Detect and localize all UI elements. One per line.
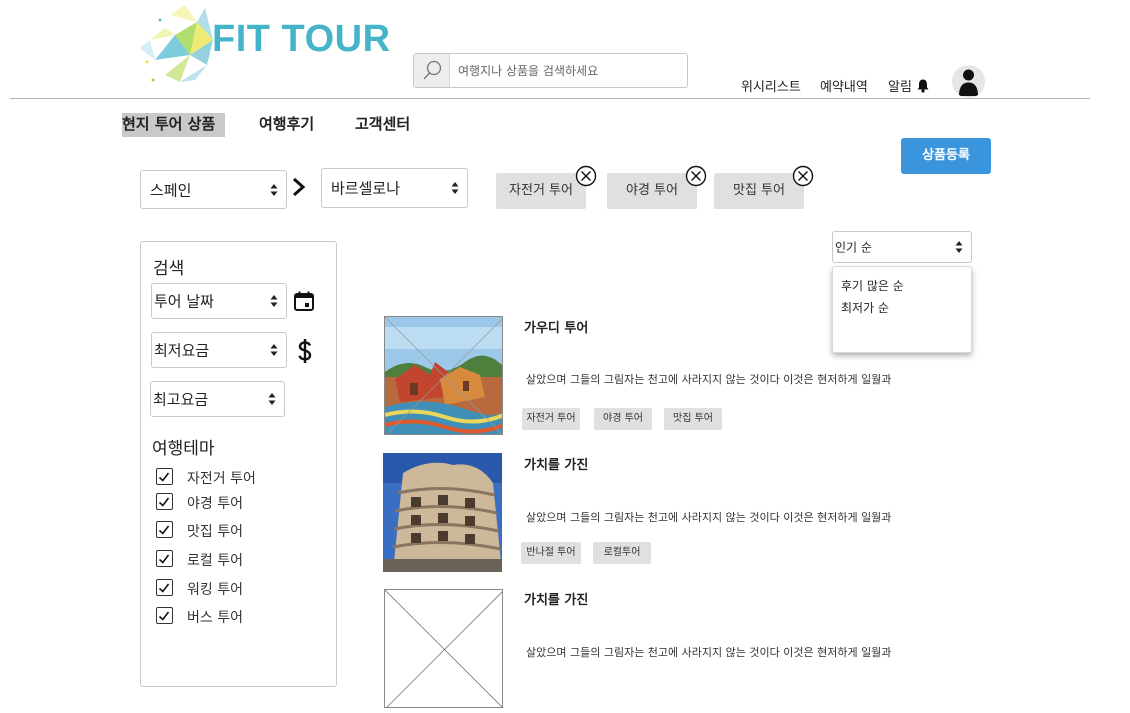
avatar[interactable] [952,65,985,98]
tour-thumbnail[interactable] [384,589,503,708]
nav-wishlist[interactable]: 위시리스트 [741,76,801,95]
nav-reservations[interactable]: 예약내역 [820,76,868,95]
header-divider [10,98,1090,99]
park-guell-photo [385,317,502,434]
placeholder-image-icon [385,590,502,707]
tour-tag: 로컬투어 [593,542,651,564]
filter-chip-label: 자전거 투어 [509,183,573,198]
user-icon [959,69,978,96]
checkbox[interactable] [156,468,173,485]
select-arrows-icon [268,393,276,405]
sort-dropdown-menu: 후기 많은 순 최저가 순 [832,266,972,353]
tour-thumbnail[interactable] [384,316,503,435]
checkmark-icon [158,525,170,535]
tour-description: 살았으며 그들의 그림자는 천고에 사라지지 않는 것이다 이것은 현저하게 일… [526,646,892,659]
country-select[interactable]: 스페인 [140,170,287,209]
theme-label: 워킹 투어 [187,582,243,598]
theme-checkbox-local[interactable]: 로컬 투어 [156,549,326,569]
min-price-select[interactable]: 최저요금 [151,332,287,368]
tab-reviews[interactable]: 여행후기 [259,113,314,137]
remove-chip-icon[interactable] [575,165,597,187]
city-select[interactable]: 바르셀로나 [321,168,468,208]
tour-tag: 맛집 투어 [664,408,722,430]
chevron-right-icon [293,177,306,197]
theme-checkbox-night[interactable]: 야경 투어 [156,492,326,512]
select-arrows-icon [270,344,278,356]
remove-chip-icon[interactable] [792,165,814,187]
checkmark-icon [158,611,170,621]
register-product-button[interactable]: 상품등록 [901,138,991,174]
tab-local-tours[interactable]: 현지 투어 상품 [122,113,226,137]
tab-customer-center[interactable]: 고객센터 [355,113,410,137]
tour-date-select-value: 투어 날짜 [154,292,214,311]
search-input[interactable] [458,60,678,81]
checkbox[interactable] [156,607,173,624]
tour-description: 살았으며 그들의 그림자는 천고에 사라지지 않는 것이다 이것은 현저하게 일… [526,511,892,524]
max-price-select[interactable]: 최고요금 [150,381,285,417]
sort-option-lowest-price[interactable]: 최저가 순 [841,299,889,316]
theme-checkbox-food[interactable]: 맛집 투어 [156,520,326,540]
filter-chip: 자전거 투어 [496,173,586,209]
theme-label: 맛집 투어 [187,524,243,540]
logo-text: FIT TOUR [212,18,391,60]
checkbox[interactable] [156,493,173,510]
filter-chip-label: 야경 투어 [626,183,678,198]
calendar-icon[interactable] [293,290,315,312]
theme-checkbox-bike[interactable]: 자전거 투어 [156,467,326,487]
city-select-value: 바르셀로나 [331,179,401,198]
nav-alerts-label: 알림 [888,80,912,95]
checkbox[interactable] [156,521,173,538]
tour-thumbnail[interactable] [383,453,502,572]
checkmark-icon [158,497,170,507]
filter-chip-label: 맛집 투어 [733,183,785,198]
search-icon [423,60,442,80]
checkbox[interactable] [156,550,173,567]
theme-heading: 여행테마 [152,439,215,459]
nav-alerts[interactable]: 알림 [888,76,930,95]
tour-description: 살았으며 그들의 그림자는 천고에 사라지지 않는 것이다 이것은 현저하게 일… [526,373,892,386]
max-price-select-value: 최고요금 [153,390,209,409]
theme-label: 버스 투어 [187,610,243,626]
select-arrows-icon [955,241,963,253]
search-bar[interactable] [413,53,688,88]
sort-select-value: 인기 순 [835,240,872,255]
sort-select[interactable]: 인기 순 [832,231,972,263]
min-price-select-value: 최저요금 [154,341,210,360]
checkmark-icon [158,583,170,593]
select-arrows-icon [270,183,278,196]
theme-label: 로컬 투어 [187,553,243,569]
filter-chip: 맛집 투어 [714,173,804,209]
theme-label: 야경 투어 [187,496,243,512]
select-arrows-icon [451,182,459,194]
sort-option-most-reviews[interactable]: 후기 많은 순 [841,277,904,294]
casa-mila-photo [383,453,502,572]
theme-label: 자전거 투어 [187,471,256,487]
tour-title[interactable]: 가치를 가진 [524,589,588,608]
theme-checkbox-walking[interactable]: 워킹 투어 [156,578,326,598]
tour-tag: 반나절 투어 [521,542,581,564]
tour-tag: 자전거 투어 [522,408,580,430]
remove-chip-icon[interactable] [685,165,707,187]
select-arrows-icon [270,295,278,307]
bell-icon [917,79,929,93]
checkbox[interactable] [156,579,173,596]
theme-checkbox-bus[interactable]: 버스 투어 [156,606,326,626]
country-select-value: 스페인 [150,181,192,199]
tour-title[interactable]: 가우디 투어 [524,317,588,336]
tour-tag: 야경 투어 [594,408,652,430]
checkmark-icon [158,472,170,482]
tour-date-select[interactable]: 투어 날짜 [151,283,287,319]
tour-title[interactable]: 가치를 가진 [524,454,588,473]
filter-chip: 야경 투어 [607,173,697,209]
sidebar-search-heading: 검색 [153,259,185,279]
search-button[interactable] [414,54,450,87]
dollar-icon [298,339,312,363]
checkmark-icon [158,554,170,564]
